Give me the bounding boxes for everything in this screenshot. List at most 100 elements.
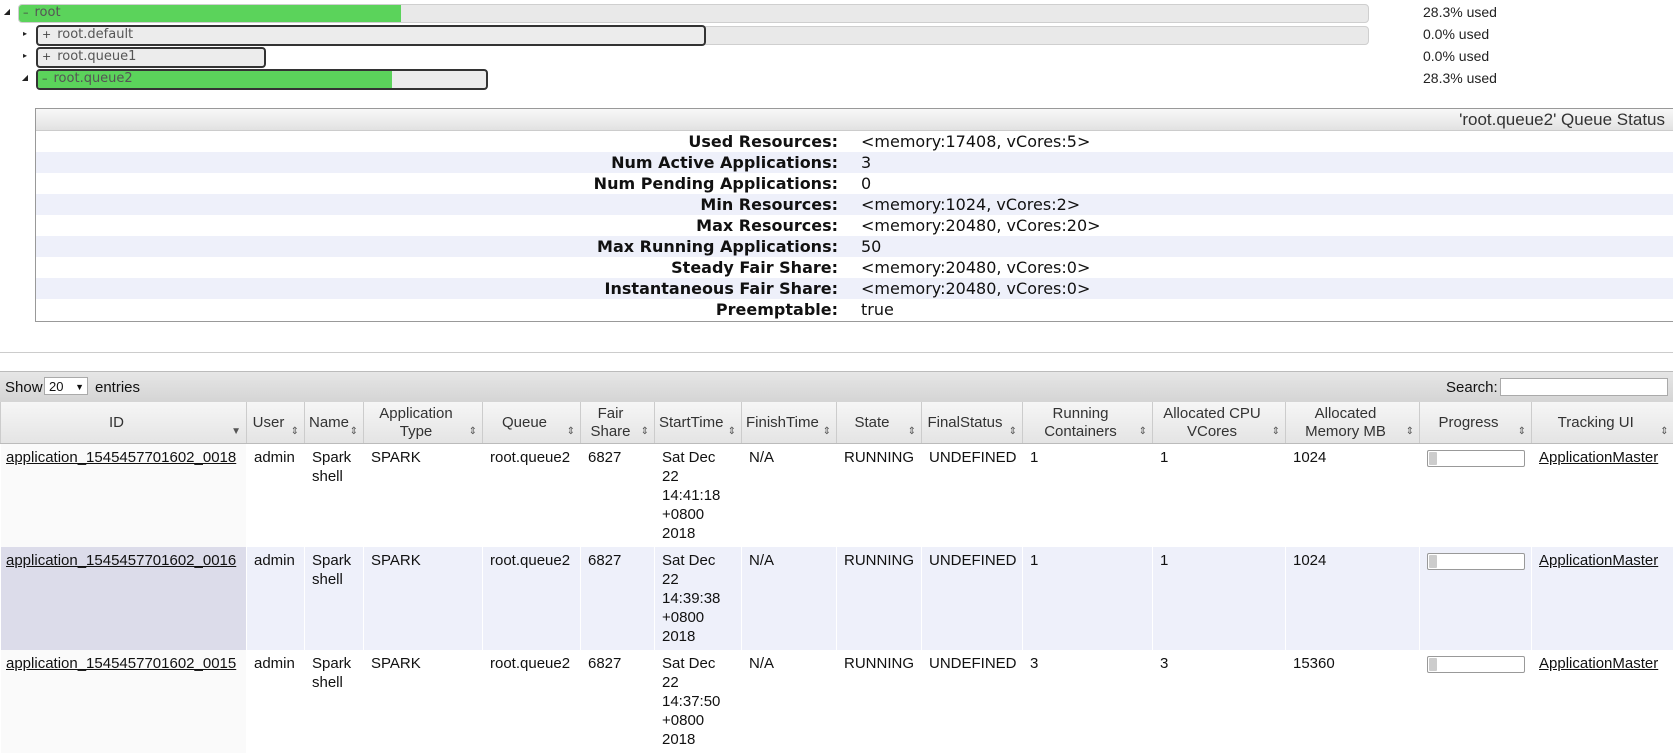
final-status-cell: UNDEFINED: [922, 444, 1023, 548]
queue-name: root: [35, 5, 61, 20]
col-header-finishtime[interactable]: FinishTime⇕: [742, 402, 837, 444]
sort-icon: ⇕: [641, 427, 649, 437]
queue-name: root.queue2: [54, 71, 133, 86]
containers-cell: 1: [1023, 547, 1153, 650]
progress-bar: [1427, 450, 1525, 467]
containers-cell: 3: [1023, 650, 1153, 753]
col-header-running-containers[interactable]: Running Containers ⇕: [1023, 402, 1153, 444]
expand-icon[interactable]: ▸: [20, 28, 30, 40]
sort-desc-icon: ▼: [231, 427, 241, 437]
col-header-application-type[interactable]: Application Type⇕: [364, 402, 483, 444]
app-id-link[interactable]: application_1545457701602_0018: [6, 449, 236, 466]
col-header-progress[interactable]: Progress ⇕: [1420, 402, 1532, 444]
memory-cell: 1024: [1286, 547, 1420, 650]
col-header-name[interactable]: Name⇕: [305, 402, 364, 444]
app-id-cell: application_1545457701602_0018: [1, 444, 247, 548]
col-header-label: Progress: [1438, 414, 1498, 431]
sort-icon: ⇕: [567, 427, 575, 437]
page-length-select[interactable]: 20 ▼: [44, 377, 88, 395]
col-header-finalstatus[interactable]: FinalStatus⇕: [922, 402, 1023, 444]
search-input[interactable]: [1500, 378, 1668, 396]
tracking-link[interactable]: ApplicationMaster: [1539, 449, 1658, 466]
queue-node-default: ▸ + root.default 0.0% used: [0, 25, 1673, 45]
status-key: Num Pending Applications:: [594, 174, 838, 193]
queue-status-title: 'root.queue2' Queue Status: [36, 109, 1673, 131]
memory-cell: 1024: [1286, 444, 1420, 548]
queue-bar-queue2[interactable]: –root.queue2: [36, 69, 488, 90]
queue-status-panel: 'root.queue2' Queue Status Used Resource…: [35, 108, 1673, 322]
col-header-allocated-memory[interactable]: Allocated Memory MB⇕: [1286, 402, 1420, 444]
sort-icon: ⇕: [291, 427, 299, 437]
status-value: 50: [861, 237, 881, 256]
divider: [0, 352, 1673, 353]
queue-used-label: 0.0% used: [1423, 26, 1489, 42]
table-header-row: ID▼ User⇕ Name⇕ Application Type⇕ Queue⇕…: [1, 402, 1673, 444]
expand-icon[interactable]: ▸: [20, 50, 30, 62]
name-cell: Spark shell: [305, 444, 364, 548]
collapse-icon[interactable]: ◢: [2, 6, 12, 18]
col-header-allocated-vcores[interactable]: Allocated CPU VCores⇕: [1153, 402, 1286, 444]
col-header-label: FinishTime: [746, 414, 819, 431]
fair-share-cell: 6827: [581, 650, 655, 753]
start-time-cell: Sat Dec 22 14:41:18 +0800 2018: [655, 444, 742, 548]
status-value: <memory:20480, vCores:0>: [861, 279, 1090, 298]
queue-used-label: 28.3% used: [1423, 70, 1497, 86]
sort-icon: ⇕: [728, 427, 736, 437]
queue-used-label: 28.3% used: [1423, 4, 1497, 20]
queue-name: root.default: [57, 27, 133, 42]
name-cell: Spark shell: [305, 547, 364, 650]
queue-bar-default[interactable]: + root.default: [36, 25, 706, 46]
col-header-label: Allocated Memory MB: [1305, 405, 1386, 440]
table-row: application_1545457701602_0018 admin Spa…: [1, 444, 1673, 548]
sort-icon: ⇕: [1139, 427, 1147, 437]
col-header-user[interactable]: User⇕: [247, 402, 305, 444]
tracking-cell: ApplicationMaster: [1532, 650, 1673, 753]
sort-icon: ⇕: [908, 427, 916, 437]
status-row: Preemptable:true: [36, 299, 1673, 320]
sort-icon: ⇕: [1518, 427, 1526, 437]
col-header-fair-share[interactable]: Fair Share⇕: [581, 402, 655, 444]
expand-mark: +: [42, 28, 51, 41]
app-id-cell: application_1545457701602_0016: [1, 547, 247, 650]
queue-bar-queue1[interactable]: +root.queue1: [36, 47, 266, 68]
col-header-label: Tracking UI: [1558, 414, 1634, 431]
progress-cell: [1420, 547, 1532, 650]
col-header-queue[interactable]: Queue⇕: [483, 402, 581, 444]
finish-time-cell: N/A: [742, 650, 837, 753]
app-id-link[interactable]: application_1545457701602_0016: [6, 552, 236, 569]
state-cell: RUNNING: [837, 547, 922, 650]
queue-cell: root.queue2: [483, 650, 581, 753]
progress-fill: [1429, 452, 1437, 465]
entries-label: entries: [95, 379, 140, 396]
status-value: <memory:1024, vCores:2>: [861, 195, 1080, 214]
queue-bar-root[interactable]: –root: [18, 4, 1369, 23]
collapse-icon[interactable]: ◢: [20, 72, 30, 84]
tracking-link[interactable]: ApplicationMaster: [1539, 552, 1658, 569]
vcores-cell: 1: [1153, 547, 1286, 650]
status-row: Steady Fair Share:<memory:20480, vCores:…: [36, 257, 1673, 278]
vcores-cell: 3: [1153, 650, 1286, 753]
sort-icon: ⇕: [350, 427, 358, 437]
status-key: Instantaneous Fair Share:: [605, 279, 838, 298]
dropdown-arrow-icon: ▼: [75, 378, 84, 396]
tracking-link[interactable]: ApplicationMaster: [1539, 655, 1658, 672]
progress-bar: [1427, 656, 1525, 673]
col-header-label: State: [854, 414, 889, 431]
col-header-state[interactable]: State ⇕: [837, 402, 922, 444]
app-id-link[interactable]: application_1545457701602_0015: [6, 655, 236, 672]
collapse-mark: –: [42, 72, 48, 85]
status-row: Used Resources:<memory:17408, vCores:5>: [36, 131, 1673, 152]
memory-cell: 15360: [1286, 650, 1420, 753]
col-header-tracking-ui[interactable]: Tracking UI ⇕: [1532, 402, 1673, 444]
queue-node-queue1: ▸ +root.queue1 0.0% used: [0, 47, 1673, 67]
sort-icon: ⇕: [1660, 427, 1668, 437]
page-length-value: 20: [49, 379, 63, 394]
state-cell: RUNNING: [837, 650, 922, 753]
col-header-label: Running Containers: [1044, 405, 1117, 440]
sort-icon: ⇕: [469, 427, 477, 437]
col-header-id[interactable]: ID▼: [1, 402, 247, 444]
applications-table: ID▼ User⇕ Name⇕ Application Type⇕ Queue⇕…: [0, 402, 1673, 753]
status-key: Min Resources:: [700, 195, 838, 214]
col-header-starttime[interactable]: StartTime⇕: [655, 402, 742, 444]
status-row: Num Active Applications:3: [36, 152, 1673, 173]
